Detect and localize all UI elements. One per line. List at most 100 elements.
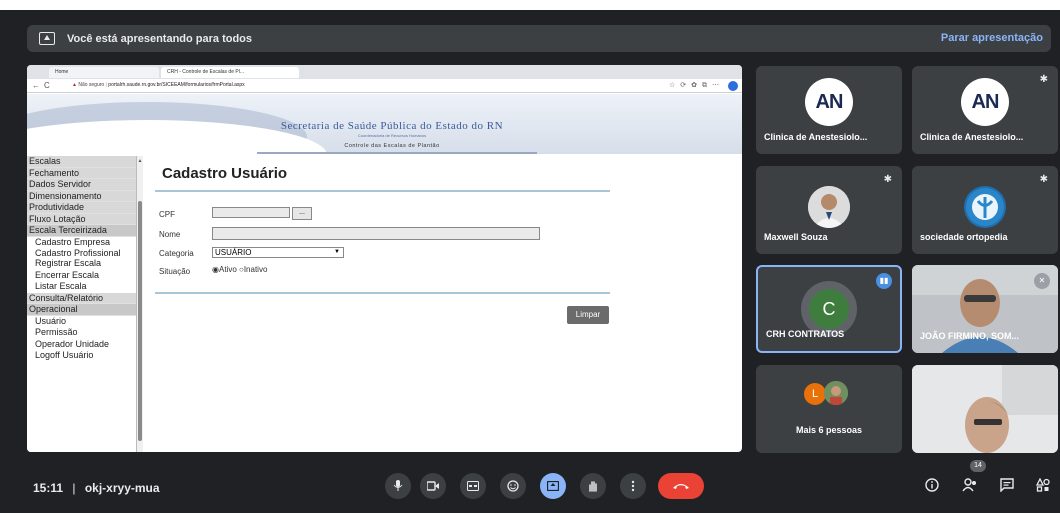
sidebar-item-fluxo-lotacao[interactable]: Fluxo Lotação	[27, 213, 136, 225]
participant-video	[912, 365, 1058, 453]
participant-tile[interactable]: ✱ AN Clinica de Anestesiolo...	[912, 66, 1058, 154]
participant-name: Clinica de Anestesiolo...	[764, 132, 868, 142]
present-screen-button[interactable]	[540, 473, 566, 499]
sidebar-item-escalas[interactable]: Escalas	[27, 156, 136, 168]
sidebar-item-permissao[interactable]: Permissão	[27, 327, 136, 339]
activities-button[interactable]	[1035, 477, 1050, 495]
cpf-label: CPF	[159, 210, 175, 219]
sidebar-item-dimensionamento[interactable]: Dimensionamento	[27, 190, 136, 202]
browser-tab-home[interactable]: Home	[49, 67, 159, 78]
microphone-button[interactable]	[385, 473, 411, 499]
sidebar-item-operador-unidade[interactable]: Operador Unidade	[27, 338, 136, 350]
meeting-info: 15:11 | okj-xryy-mua	[33, 481, 160, 495]
sidebar-item-usuario[interactable]: Usuário	[27, 315, 136, 327]
site-title: Secretaria de Saúde Pública do Estado do…	[280, 120, 504, 132]
form-divider-top	[155, 190, 610, 192]
chat-button[interactable]	[1000, 478, 1014, 495]
back-reload-icons[interactable]: ←C	[32, 81, 54, 90]
scroll-up-icon[interactable]: ▲	[137, 158, 143, 164]
participant-name: sociedade ortopedia	[920, 232, 1008, 242]
cpf-input[interactable]	[212, 207, 290, 218]
participant-tile[interactable]: ✱ sociedade ortopedia	[912, 166, 1058, 254]
radio-ativo[interactable]: ◉Ativo	[212, 265, 237, 274]
sidebar-menu: Escalas Fechamento Dados Servidor Dimens…	[27, 156, 137, 452]
browser-tab-crh[interactable]: CRH - Controle de Escalas de Pl...	[161, 67, 299, 78]
participant-tile[interactable]: ✕ JOÃO FIRMINO, SOM...	[912, 265, 1058, 353]
more-options-button[interactable]	[620, 473, 646, 499]
pin-icon[interactable]: ✱	[884, 174, 892, 185]
sidebar-item-produtividade[interactable]: Produtividade	[27, 202, 136, 214]
sidebar-item-dados-servidor[interactable]: Dados Servidor	[27, 179, 136, 191]
mic-off-icon: ✕	[1034, 273, 1050, 289]
stop-presenting-button[interactable]: Parar apresentação	[941, 32, 1043, 44]
meeting-separator: |	[72, 481, 76, 495]
form-title: Cadastro Usuário	[162, 165, 288, 182]
pin-icon[interactable]: ✱	[1040, 74, 1048, 85]
categoria-select[interactable]: USUÁRIO ▼	[212, 247, 344, 258]
tab-label: Home	[55, 69, 69, 75]
sidebar-item-registrar-escala[interactable]: Registrar Escala	[27, 258, 136, 270]
copilot-icon[interactable]	[728, 81, 738, 91]
participant-name: Maxwell Souza	[764, 232, 828, 242]
clear-button[interactable]: Limpar	[567, 306, 609, 324]
camera-button[interactable]	[420, 473, 446, 499]
present-screen-icon	[39, 32, 55, 45]
participant-tile[interactable]	[912, 365, 1058, 453]
captions-button[interactable]	[460, 473, 486, 499]
scrollbar-thumb[interactable]	[138, 201, 142, 441]
system-name: Controle das Escalas de Plantão	[344, 143, 440, 149]
participant-tile-active[interactable]: ▮▮ C CRH CONTRATOS	[756, 265, 902, 353]
situacao-radio-group: ◉Ativo ○Inativo	[212, 265, 267, 274]
sidebar-item-escala-terceirizada[interactable]: Escala Terceirizada	[27, 225, 136, 237]
meeting-details-button[interactable]	[925, 478, 939, 495]
radio-inativo[interactable]: ○Inativo	[239, 265, 267, 274]
sidebar-item-fechamento[interactable]: Fechamento	[27, 167, 136, 179]
participant-avatar-photo	[824, 381, 848, 405]
people-button[interactable]	[962, 478, 978, 495]
presentation-message: Você está apresentando para todos	[67, 32, 253, 45]
raise-hand-button[interactable]	[580, 473, 606, 499]
sidebar-scrollbar[interactable]: ▲	[137, 156, 143, 452]
site-subtitle: Coordenadoria de Recursos Humanos	[357, 133, 427, 138]
tab-label: CRH - Controle de Escalas de Pl...	[167, 69, 244, 75]
more-people-label: Mais 6 pessoas	[795, 425, 863, 435]
browser-toolbar-icons[interactable]: ☆⟳✿⧉⋯	[669, 81, 724, 90]
presentation-banner: Você está apresentando para todos Parar …	[27, 25, 1051, 52]
form-divider-bottom	[155, 292, 610, 294]
meeting-time: 15:11	[33, 481, 64, 495]
sidebar-item-logoff-usuario[interactable]: Logoff Usuário	[27, 350, 136, 362]
participant-avatar	[808, 186, 850, 228]
sidebar-item-listar-escala[interactable]: Listar Escala	[27, 281, 136, 293]
sidebar-item-consulta-relatorio[interactable]: Consulta/Relatório	[27, 292, 136, 304]
nome-label: Nome	[159, 230, 181, 239]
end-call-button[interactable]	[658, 473, 704, 499]
participant-name: Clinica de Anestesiolo...	[920, 132, 1024, 142]
insecure-label: Não seguro	[78, 82, 105, 88]
participant-tile[interactable]: ✱ Maxwell Souza	[756, 166, 902, 254]
address-bar: ←C ▲ Não seguro | portalrh.saude.rn.gov.…	[27, 79, 742, 93]
sidebar-item-cadastro-profissional[interactable]: Cadastro Profissional	[27, 248, 136, 258]
warning-icon: ▲	[72, 82, 77, 88]
participant-tile-more[interactable]: L Mais 6 pessoas	[756, 365, 902, 453]
clinic-logo: AN	[961, 78, 1009, 126]
participant-avatar	[964, 186, 1006, 228]
emoji-button[interactable]	[500, 473, 526, 499]
participant-name: CRH CONTRATOS	[766, 329, 845, 339]
site-header: Secretaria de Saúde Pública do Estado do…	[27, 94, 742, 154]
sidebar-item-encerrar-escala[interactable]: Encerrar Escala	[27, 269, 136, 281]
participant-name: JOÃO FIRMINO, SOM...	[920, 331, 1020, 341]
sidebar-item-operacional[interactable]: Operacional	[27, 304, 136, 316]
pin-icon[interactable]: ✱	[1040, 174, 1048, 185]
meet-window: Você está apresentando para todos Parar …	[0, 0, 1060, 513]
url-field[interactable]: ▲ Não seguro | portalrh.saude.rn.gov.br/…	[72, 82, 245, 88]
sidebar-item-cadastro-empresa[interactable]: Cadastro Empresa	[27, 236, 136, 248]
browser-tabbar: Home CRH - Controle de Escalas de Pl...	[27, 65, 742, 79]
cpf-lookup-button[interactable]: ...	[292, 207, 312, 220]
participant-tile[interactable]: AN Clinica de Anestesiolo...	[756, 66, 902, 154]
nome-input[interactable]	[212, 227, 540, 240]
clinic-logo: AN	[805, 78, 853, 126]
shared-screen: Home CRH - Controle de Escalas de Pl... …	[27, 65, 742, 452]
header-divider	[257, 152, 537, 154]
url-text: portalrh.saude.rn.gov.br/SICEEAM/formula…	[108, 82, 245, 88]
categoria-value: USUÁRIO	[215, 248, 252, 257]
